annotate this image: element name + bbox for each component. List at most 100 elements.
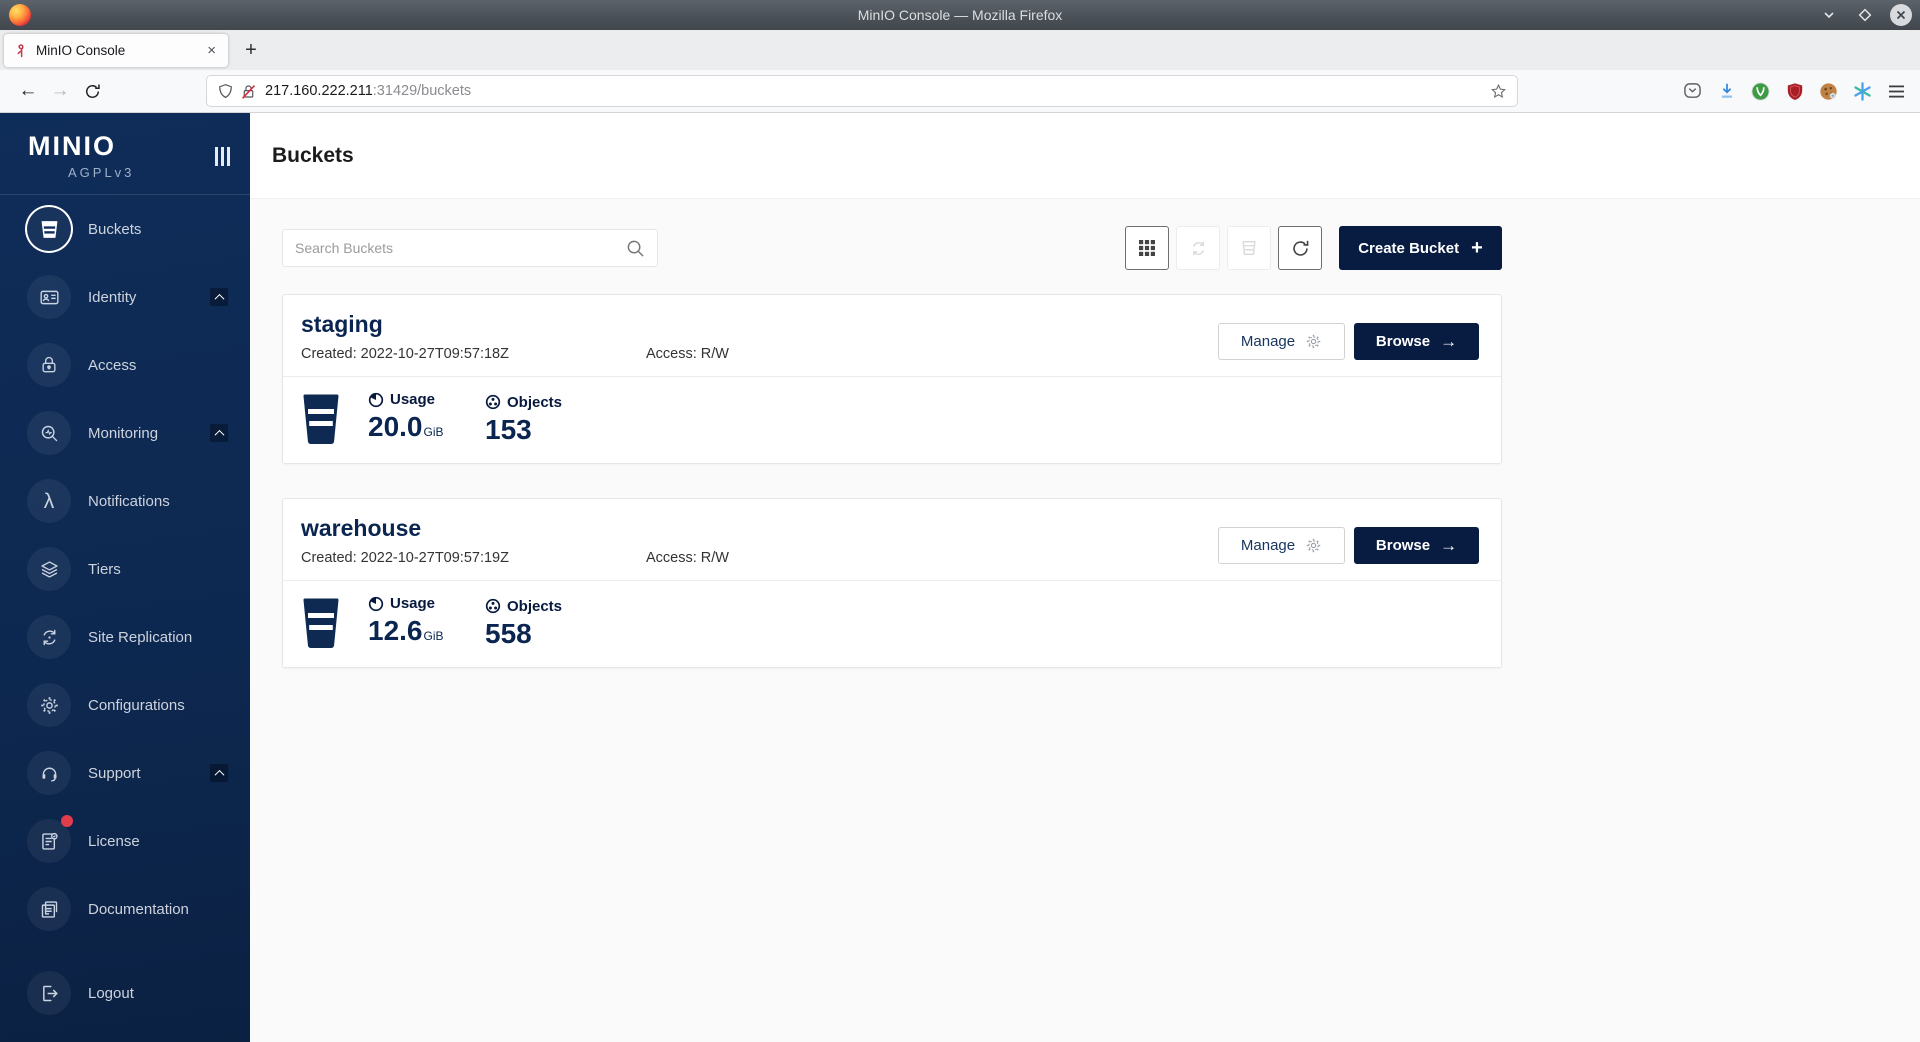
forward-button[interactable]: → [44,76,76,106]
sidebar-item-access[interactable]: Access [0,331,250,399]
delete-buckets-button[interactable] [1227,226,1271,270]
extension-green-icon[interactable] [1751,82,1770,101]
bucket-card-staging[interactable]: staging Created: 2022-10-27T09:57:18Z Ac… [282,294,1502,464]
insecure-lock-icon[interactable] [240,83,257,100]
license-edition-label: AGPLv3 [68,165,134,180]
tab-title: MinIO Console [36,43,203,58]
sidebar-item-site-replication[interactable]: Site Replication [0,603,250,671]
documentation-icon [27,887,71,931]
chevron-up-icon[interactable] [210,288,228,306]
usage-metric: Usage 20.0GiB [368,391,458,447]
pocket-icon[interactable] [1683,82,1702,101]
minimize-button[interactable] [1818,4,1840,26]
bucket-created: Created: 2022-10-27T09:57:19Z [301,550,646,566]
bucket-access: Access: R/W [646,550,729,566]
usage-value: 12.6GiB [368,616,458,651]
maximize-button[interactable] [1854,4,1876,26]
sidebar-item-label: Identity [88,289,136,306]
arrow-right-icon: → [1440,332,1457,352]
bucket-access: Access: R/W [646,346,729,362]
sidebar-logo-block: MINIO AGPLv3 [0,113,250,195]
firefox-logo-icon [9,4,31,26]
sidebar-item-monitoring[interactable]: Monitoring [0,399,250,467]
search-icon [626,239,645,258]
download-icon[interactable] [1717,82,1736,101]
objects-icon [485,394,501,410]
bucket-name[interactable]: staging [301,311,1218,337]
url-text[interactable]: 217.160.222.211:31429/buckets [265,83,471,99]
sidebar-item-notifications[interactable]: λ Notifications [0,467,250,535]
content-area: Create Bucket+ staging Created: 2022-10-… [250,199,1920,1042]
sidebar-item-license[interactable]: License [0,807,250,875]
close-button[interactable] [1890,4,1912,26]
sidebar-nav: Buckets Identity Access Monitoring [0,195,250,1027]
menu-hamburger-icon[interactable] [1887,82,1906,101]
usage-pie-icon [368,596,384,612]
url-bar[interactable]: 217.160.222.211:31429/buckets [206,75,1518,107]
grid-view-icon [1138,239,1156,257]
gear-icon [1305,333,1322,350]
license-alert-badge [61,815,73,827]
sidebar-item-logout[interactable]: Logout [0,959,250,1027]
refresh-button[interactable] [1278,226,1322,270]
manage-button[interactable]: Manage [1218,323,1345,360]
buckets-icon [27,207,71,251]
sidebar-item-label: Access [88,357,136,374]
create-bucket-button[interactable]: Create Bucket+ [1339,226,1502,270]
layers-icon [27,547,71,591]
usage-value: 20.0GiB [368,412,458,447]
replication-arrows-icon [27,615,71,659]
search-input[interactable] [295,240,626,256]
reload-button[interactable] [76,76,108,106]
tab-close-icon[interactable]: × [203,42,220,59]
browse-button[interactable]: Browse→ [1354,527,1479,564]
sidebar-item-buckets[interactable]: Buckets [0,195,250,263]
bucket-icon [301,394,341,444]
objects-value: 558 [485,619,562,649]
cookie-icon[interactable] [1819,82,1838,101]
sidebar-item-label: Documentation [88,901,189,918]
browser-navbar: ← → 217.160.222.211:31429/buckets [0,70,1920,113]
ublock-shield-icon[interactable] [1785,82,1804,101]
replication-icon [1189,239,1208,258]
lock-icon [27,343,71,387]
browser-tab-minio-console[interactable]: MinIO Console × [4,34,228,67]
sidebar-item-label: Site Replication [88,629,192,646]
sidebar-item-documentation[interactable]: Documentation [0,875,250,943]
delete-bucket-icon [1240,239,1258,257]
sidebar-item-identity[interactable]: Identity [0,263,250,331]
page-title: Buckets [272,144,354,168]
sidebar-item-label: License [88,833,140,850]
usage-metric: Usage 12.6GiB [368,595,458,651]
logout-icon [27,971,71,1015]
chevron-up-icon[interactable] [210,424,228,442]
gear-icon [27,683,71,727]
sidebar-item-label: Logout [88,985,134,1002]
extension-asterisk-icon[interactable] [1853,82,1872,101]
search-buckets-box[interactable] [282,229,658,267]
browse-button[interactable]: Browse→ [1354,323,1479,360]
new-tab-button[interactable]: + [236,35,266,65]
back-button[interactable]: ← [12,76,44,106]
objects-icon [485,598,501,614]
objects-metric: Objects 558 [485,598,562,649]
bucket-name[interactable]: warehouse [301,515,1218,541]
sidebar-item-configurations[interactable]: Configurations [0,671,250,739]
manage-button[interactable]: Manage [1218,527,1345,564]
refresh-icon [1291,239,1310,258]
list-view-toggle-button[interactable] [1125,226,1169,270]
sidebar-item-label: Notifications [88,493,170,510]
set-replication-button[interactable] [1176,226,1220,270]
sidebar-collapse-icon[interactable] [215,147,230,166]
sidebar-item-support[interactable]: Support [0,739,250,807]
tracking-shield-icon[interactable] [217,83,234,100]
page-header: Buckets [250,113,1920,199]
sidebar: MINIO AGPLv3 Buckets Identity [0,113,250,1042]
identity-card-icon [27,275,71,319]
bookmark-star-icon[interactable] [1490,83,1507,100]
sidebar-item-label: Monitoring [88,425,158,442]
sidebar-item-tiers[interactable]: Tiers [0,535,250,603]
bucket-card-warehouse[interactable]: warehouse Created: 2022-10-27T09:57:19Z … [282,498,1502,668]
chevron-up-icon[interactable] [210,764,228,782]
headset-icon [27,751,71,795]
